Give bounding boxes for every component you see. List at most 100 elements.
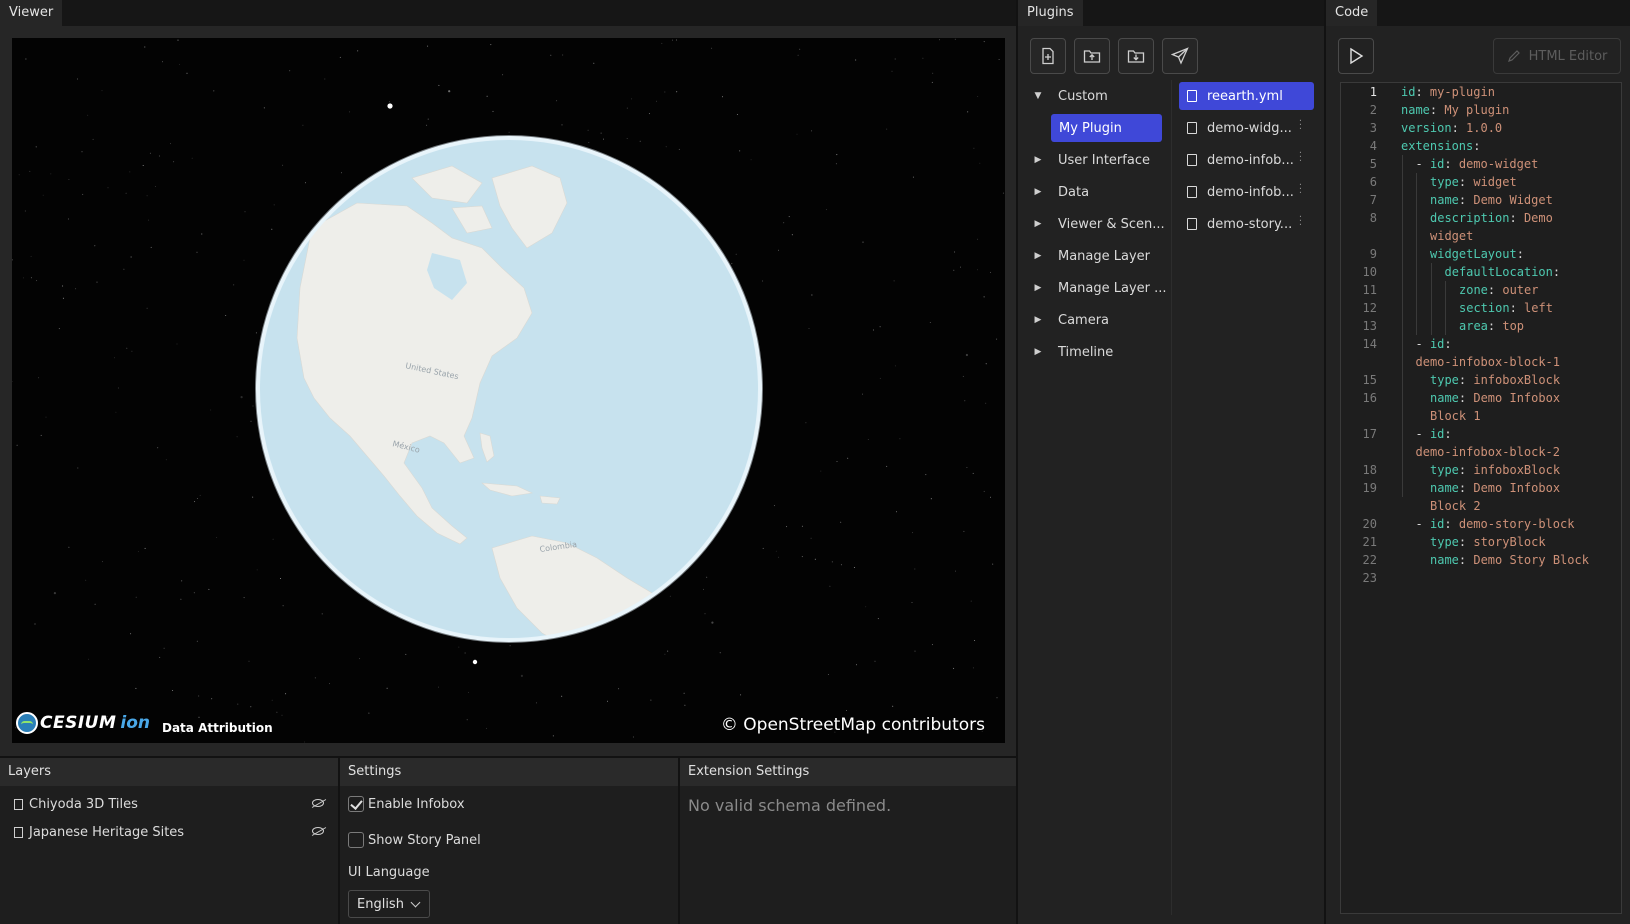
code-text: defaultLocation: [1444,265,1568,279]
download-icon [1127,50,1145,63]
code-text: type: infoboxBlock [1430,373,1561,387]
code-line: 21 type: storyBlock [1341,533,1621,551]
file-icon [1187,122,1197,134]
code-text: name: Demo Infobox [1430,391,1561,405]
tab-viewer[interactable]: Viewer [0,0,63,26]
code-line: 16 name: Demo Infobox [1341,389,1621,407]
line-number: 20 [1362,517,1377,531]
code-line: 17 - id: [1341,425,1621,443]
line-number: 2 [1369,103,1377,117]
show-story-panel-row[interactable]: Show Story Panel [340,822,678,858]
caret-right-icon: ▶ [1034,251,1042,261]
ui-language-label: UI Language [348,865,430,880]
line-number: 7 [1369,193,1377,207]
more-icon[interactable]: · · · [1299,181,1302,199]
tree-divider [1171,80,1172,915]
tree-item-my-plugin[interactable]: My Plugin [1051,114,1162,142]
code-line: 14 - id: [1341,335,1621,353]
download-button[interactable] [1118,38,1154,74]
code-line: demo-infobox-block-1 [1341,353,1621,371]
extension-settings-title: Extension Settings [680,758,1016,786]
new-file-button[interactable] [1030,38,1066,74]
ui-language-select[interactable]: English [348,890,430,918]
code-panel: Code HTML Editor 1 id: my-plugin 2 name: My… [1326,0,1630,924]
layers-title: Layers [0,758,338,786]
layer-item-heritage[interactable]: Japanese Heritage Sites [0,818,338,846]
layer-item-chiyoda[interactable]: Chiyoda 3D Tiles [0,790,338,818]
line-number: 10 [1362,265,1377,279]
tree-item-viewer-scene[interactable]: ▶ Viewer & Scen... [1028,208,1178,240]
data-attribution-link[interactable]: Data Attribution [162,721,273,735]
code-text: - id: demo-widget [1415,157,1539,171]
tab-code[interactable]: Code [1326,0,1378,26]
line-number: 5 [1369,157,1377,171]
code-line: 20 - id: demo-story-block [1341,515,1621,533]
tree-item-custom[interactable]: ▼ Custom [1028,80,1178,112]
globe[interactable]: United States México Colombia [12,38,1005,743]
file-icon [1187,90,1197,102]
html-editor-button[interactable]: HTML Editor [1493,38,1621,74]
tree-item-manage-layer-2[interactable]: ▶ Manage Layer ... [1028,272,1178,304]
indent-guide [1431,263,1432,335]
run-button[interactable] [1338,38,1374,74]
cesium-ion-logo[interactable]: CESIUM ion [16,711,150,735]
code-text: type: widget [1430,175,1517,189]
tree-item-user-interface[interactable]: ▶ User Interface [1028,144,1178,176]
caret-right-icon: ▶ [1034,187,1042,197]
enable-infobox-checkbox[interactable] [348,796,364,812]
code-text: description: Demo [1430,211,1553,225]
file-item[interactable]: demo-widg... · · · [1179,114,1314,142]
file-item[interactable]: demo-infob... · · · [1179,146,1314,174]
upload-button[interactable] [1074,38,1110,74]
eye-off-icon[interactable] [312,799,324,807]
code-line: 1 id: my-plugin [1341,83,1621,101]
code-line: 2 name: My plugin [1341,101,1621,119]
line-number: 13 [1362,319,1377,333]
chevron-down-icon [410,897,421,908]
tree-item-timeline[interactable]: ▶ Timeline [1028,336,1178,368]
caret-right-icon: ▶ [1034,347,1042,357]
indent-guide [1402,155,1403,497]
code-line: 11 zone: outer [1341,281,1621,299]
cesium-logo-ion: ion [120,713,150,733]
code-line: 22 name: Demo Story Block [1341,551,1621,569]
file-item[interactable]: demo-story... · · · [1179,210,1314,238]
globe-viewport[interactable]: United States México Colombia CESIUM ion… [12,38,1005,743]
send-button[interactable] [1162,38,1198,74]
line-number: 14 [1362,337,1377,351]
code-editor[interactable]: 1 id: my-plugin 2 name: My plugin 3 version: … [1340,82,1622,914]
tab-plugins[interactable]: Plugins [1018,0,1083,26]
code-text: zone: outer [1459,283,1539,297]
code-text: Block 1 [1430,409,1481,423]
tree-item-camera[interactable]: ▶ Camera [1028,304,1178,336]
code-text: name: My plugin [1401,103,1510,117]
caret-right-icon: ▶ [1034,315,1042,325]
code-line: 18 type: infoboxBlock [1341,461,1621,479]
code-line: 13 area: top [1341,317,1621,335]
settings-title: Settings [340,758,678,786]
code-text: widgetLayout: [1430,247,1532,261]
code-line: 7 name: Demo Widget [1341,191,1621,209]
line-number: 6 [1369,175,1377,189]
line-number: 17 [1362,427,1377,441]
code-line: 12 section: left [1341,299,1621,317]
file-item[interactable]: demo-infob... · · · [1179,178,1314,206]
file-item-reearth-yml[interactable]: reearth.yml [1179,82,1314,110]
enable-infobox-row[interactable]: Enable Infobox [340,786,678,822]
layers-panel: Layers Chiyoda 3D Tiles Japanese Heritag… [0,758,338,924]
no-schema-message: No valid schema defined. [688,796,892,815]
code-text: version: 1.0.0 [1401,121,1503,135]
eye-off-icon[interactable] [312,827,324,835]
caret-right-icon: ▶ [1034,283,1042,293]
more-icon[interactable]: · · · [1299,117,1302,135]
code-text: id: my-plugin [1401,85,1495,99]
more-icon[interactable]: · · · [1299,149,1302,167]
show-story-panel-checkbox[interactable] [348,832,364,848]
code-line: 5 - id: demo-widget [1341,155,1621,173]
more-icon[interactable]: · · · [1299,213,1302,231]
tree-item-manage-layer[interactable]: ▶ Manage Layer [1028,240,1178,272]
tree-item-data[interactable]: ▶ Data [1028,176,1178,208]
upload-icon [1083,50,1101,63]
code-line: 19 name: Demo Infobox [1341,479,1621,497]
file-icon [1187,154,1197,166]
